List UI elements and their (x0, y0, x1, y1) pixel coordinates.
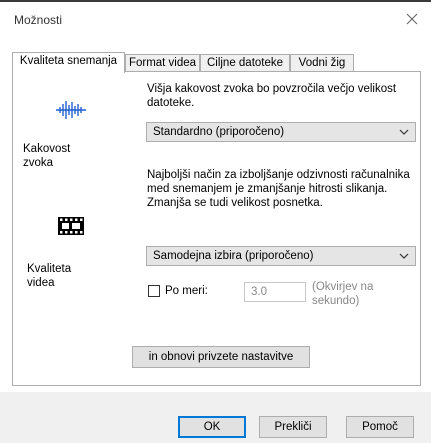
custom-fps-checkbox[interactable] (148, 285, 160, 297)
close-icon[interactable] (401, 8, 423, 30)
audio-description: Višja kakovost zvoka bo povzročila večjo… (147, 83, 397, 109)
film-strip-icon (58, 217, 84, 235)
custom-fps-label: Po meri: (165, 285, 208, 297)
tab-video-format[interactable]: Format videa (125, 54, 200, 71)
video-description: Najboljši način za izboljšanje odzivnost… (147, 169, 410, 209)
audio-waveform-icon (55, 100, 87, 120)
video-quality-value: Samodejna izbira (priporočeno) (153, 250, 314, 262)
help-button[interactable]: Pomoč (346, 416, 414, 438)
tab-watermark[interactable]: Vodni žig (290, 54, 354, 71)
custom-fps-hint: (Okvirjev na sekundo) (312, 281, 374, 307)
tab-target-files[interactable]: Ciljne datoteke (200, 54, 290, 71)
window-title: Možnosti (14, 13, 63, 27)
dialog-footer: OK Prekliči Pomoč (0, 392, 431, 443)
video-quality-select[interactable]: Samodejna izbira (priporočeno) (146, 246, 416, 266)
tab-recording-quality[interactable]: Kvaliteta snemanja (12, 52, 125, 73)
chevron-down-icon (399, 253, 409, 259)
title-bar: Možnosti (0, 2, 431, 36)
custom-fps-input[interactable]: 3.0 (244, 282, 306, 302)
audio-quality-select[interactable]: Standardno (priporočeno) (146, 122, 416, 142)
restore-defaults-button[interactable]: in obnovi privzete nastavitve (132, 346, 310, 368)
ok-button[interactable]: OK (178, 416, 246, 438)
video-quality-label: Kvaliteta videa (27, 263, 72, 289)
cancel-button[interactable]: Prekliči (259, 416, 327, 438)
audio-quality-label: Kakovost zvoka (23, 143, 71, 169)
audio-quality-value: Standardno (priporočeno) (153, 126, 285, 138)
tab-panel: Kakovost zvoka Višja kakovost zvoka bo p… (12, 71, 421, 386)
chevron-down-icon (399, 129, 409, 135)
